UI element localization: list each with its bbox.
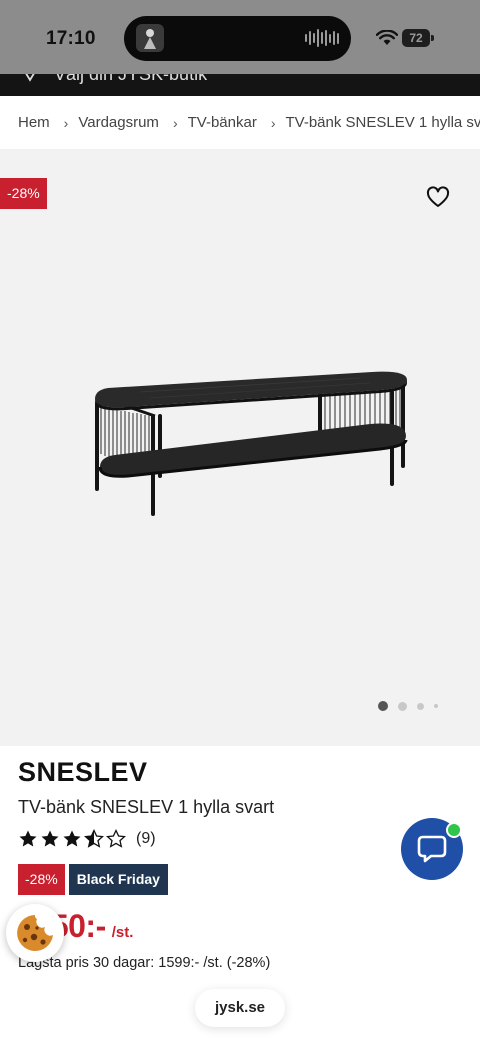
breadcrumb-item-home[interactable]: Hem	[18, 114, 50, 131]
store-selector-label: Välj din JYSK-butik	[54, 74, 208, 84]
cookie-settings-button[interactable]	[6, 904, 64, 962]
carousel-dot[interactable]	[417, 702, 424, 710]
breadcrumb: Hem › Vardagsrum › TV-bänkar › TV-bänk S…	[0, 96, 480, 149]
star-half-icon	[84, 829, 104, 848]
carousel-dots	[378, 701, 438, 711]
battery-icon: 72	[402, 29, 434, 47]
online-status-indicator	[446, 822, 462, 838]
breadcrumb-item-vardagsrum[interactable]: Vardagsrum	[78, 114, 159, 131]
carousel-dot[interactable]	[434, 704, 438, 708]
status-time: 17:10	[46, 28, 96, 49]
price-unit: /st.	[111, 924, 134, 941]
campaign-badge: Black Friday	[68, 864, 168, 895]
carousel-dot-active[interactable]	[378, 701, 388, 711]
url-pill[interactable]: jysk.se	[195, 989, 285, 1027]
chat-bubble-icon	[417, 835, 447, 863]
cookie-icon	[17, 915, 53, 951]
location-pin-icon	[25, 74, 35, 82]
heart-icon[interactable]	[424, 183, 452, 211]
breadcrumb-item-current[interactable]: TV-bänk SNESLEV 1 hylla svart	[285, 114, 480, 131]
product-image[interactable]	[80, 364, 415, 524]
star-empty-icon	[106, 829, 126, 848]
store-selector-bar[interactable]: Välj din JYSK-butik	[0, 74, 480, 96]
star-filled-icon	[19, 830, 37, 847]
product-name: TV-bänk SNESLEV 1 hylla svart	[18, 797, 275, 817]
chevron-right-icon: ›	[63, 114, 69, 131]
dynamic-island	[124, 16, 351, 61]
star-filled-icon	[63, 830, 81, 847]
discount-tag: -28%	[0, 178, 47, 209]
product-rating[interactable]: (9)	[18, 829, 156, 849]
star-filled-icon	[41, 830, 59, 847]
audio-waveform-icon	[305, 29, 339, 47]
review-count[interactable]: (9)	[136, 830, 156, 848]
wifi-icon	[376, 30, 398, 45]
status-bar: 17:10 72	[0, 0, 480, 74]
chevron-right-icon: ›	[172, 114, 178, 131]
chevron-right-icon: ›	[270, 114, 276, 131]
now-playing-artwork	[136, 24, 164, 52]
battery-level: 72	[402, 29, 430, 47]
carousel-dot[interactable]	[398, 701, 407, 711]
lowest-price-note: Lägsta pris 30 dagar: 1599:- /st. (-28%)	[18, 955, 271, 971]
breadcrumb-item-tv-bankar[interactable]: TV-bänkar	[188, 114, 257, 131]
product-badges: -28% Black Friday	[18, 864, 168, 895]
product-gallery[interactable]: -28%	[0, 149, 480, 746]
product-brand: SNESLEV	[18, 757, 148, 787]
discount-badge: -28%	[18, 864, 65, 895]
